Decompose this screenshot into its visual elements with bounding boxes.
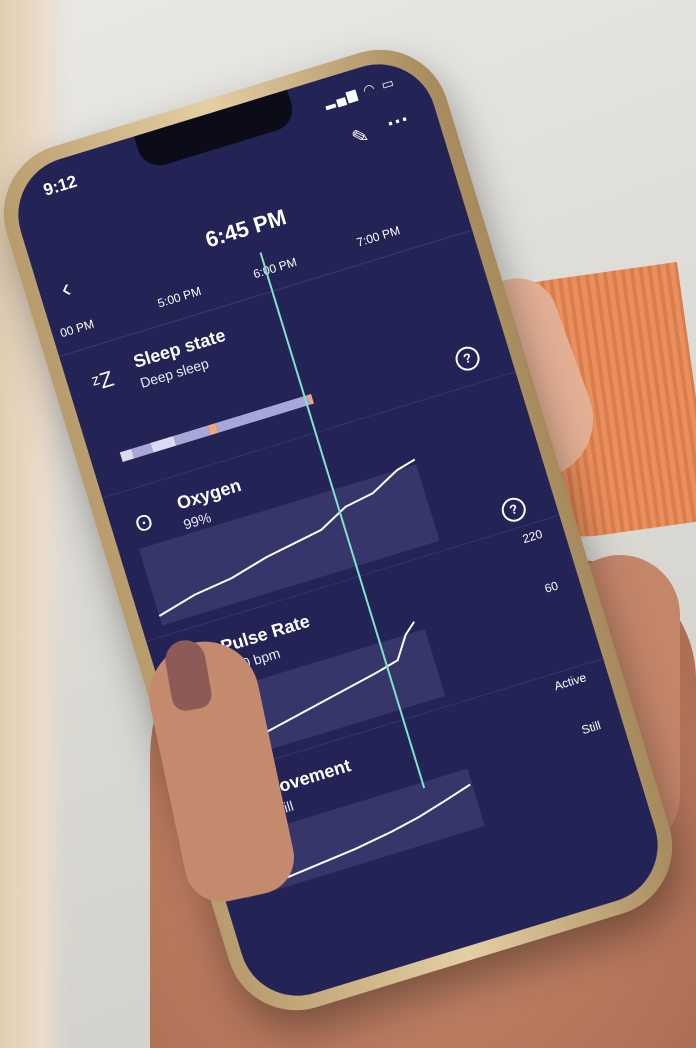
edit-icon[interactable]: ✎ xyxy=(349,121,376,150)
help-icon[interactable]: ? xyxy=(452,343,483,374)
sleep-segment-deep xyxy=(131,443,154,459)
zzz-icon: ᶻZ xyxy=(88,365,117,396)
sleep-segment-deep xyxy=(215,395,311,433)
signal-wifi-battery-icon: ▂▄▆ ◠ ▭ xyxy=(322,73,398,110)
sleep-segment-light xyxy=(150,436,177,453)
tick-label: 7:00 PM xyxy=(354,223,402,250)
sleep-segment-deep xyxy=(173,425,211,446)
phone-screen: 9:12 ▂▄▆ ◠ ▭ ✎ ··· ‹ 6:45 PM 00 PM 5:00 … xyxy=(3,49,673,1011)
more-icon[interactable]: ··· xyxy=(384,106,413,137)
tick-label: 6:00 PM xyxy=(251,254,299,282)
tick-label: 5:00 PM xyxy=(155,283,203,311)
status-time: 9:12 xyxy=(41,171,80,200)
tick-label: 00 PM xyxy=(58,316,96,341)
